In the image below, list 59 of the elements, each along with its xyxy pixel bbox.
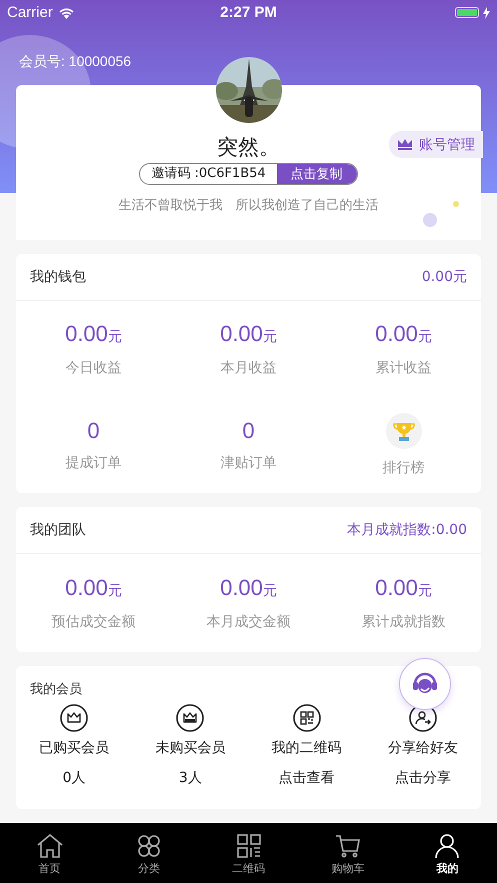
status-time: 2:27 PM [219,4,278,21]
tab-bar-item[interactable]: 分类 [99,823,199,883]
stat-value: 0.00元 [375,575,432,602]
tab-bar-item[interactable]: 购物车 [298,823,398,883]
member-item-value: 3人 [178,769,202,787]
qr-code-icon[interactable] [292,704,321,732]
member-item-value: 点击查看 [278,769,335,787]
stat-label: 本月成交金额 [206,613,290,631]
crown-icon[interactable] [176,704,204,732]
achievement-index: 本月成就指数:0.00 [347,521,467,539]
stat-label: 今日收益 [66,359,122,377]
section-title: 我的钱包 [30,268,86,286]
stat-value: 0.00元 [65,321,122,348]
stat-label: 累计收益 [376,359,432,377]
headset-icon [411,672,439,696]
wallet-total: 0.00元 [422,268,467,286]
tab-bar-item[interactable]: 我的 [398,823,497,883]
stat-label: 本月收益 [220,359,276,377]
home-icon [36,833,64,859]
member-number: 会员号: 10000056 [19,52,132,71]
decor-dot [453,201,459,207]
member-item-value: 点击分享 [394,769,451,787]
user-icon [433,833,462,859]
crown-icon [398,139,412,150]
qr-code-icon [234,833,263,859]
carrier-name: Carrier [7,4,53,21]
stat-value: 0.00元 [220,321,277,348]
tab-bar-item[interactable]: 首页 [0,823,100,883]
member-item-label: 我的二维码 [272,739,342,757]
battery-icon [455,7,479,18]
stat-label: 提成订单 [66,454,122,472]
member-item-label: 已购买会员 [39,739,110,757]
member-item-value: 0人 [62,769,86,787]
stat-value: 0.00元 [375,321,432,348]
stat-label: 津贴订单 [220,454,276,472]
member-item-label: 分享给好友 [388,739,458,757]
section-title: 我的会员 [30,682,82,698]
charging-icon [483,6,490,18]
copy-button[interactable]: 点击复制 [276,164,357,184]
cart-icon [334,833,362,859]
stat-label: 预估成交金额 [52,613,136,631]
stat-label: 累计成就指数 [362,613,446,631]
crown-icon[interactable] [60,704,88,732]
invite-code: 邀请码 :0C6F1B54 [150,165,267,183]
member-item-label: 未购买会员 [155,739,226,757]
user-name: 突然。 [217,134,280,161]
stat-value: 0.00元 [220,575,277,602]
decor-dot [423,213,437,227]
stat-label: 排行榜 [382,459,424,477]
customer-service-button[interactable] [399,658,451,710]
section-title: 我的团队 [30,521,86,539]
tab-bar-item[interactable]: 二维码 [198,823,298,883]
trophy-icon[interactable] [386,413,422,449]
account-management-button[interactable]: 账号管理 [389,131,483,158]
stat-value: 0.00元 [65,575,122,602]
wifi-icon [58,6,75,18]
stat-value: 0 [242,418,255,444]
motto-text: 生活不曾取悦于我 所以我创造了自己的生活 [118,197,378,214]
stat-value: 0 [87,418,100,444]
